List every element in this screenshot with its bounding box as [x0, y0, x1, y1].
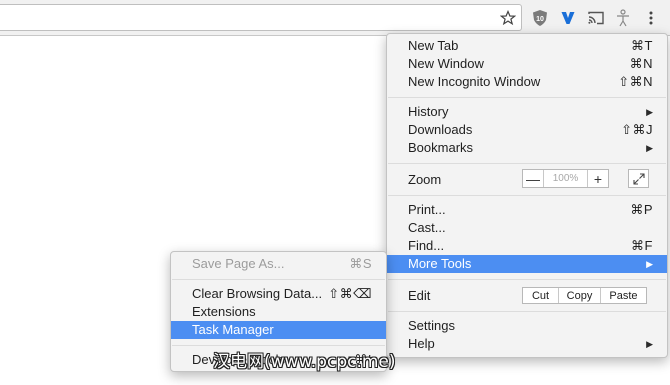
- shortcut-label: ⇧⌘J: [621, 122, 653, 137]
- shortcut-label: ⇧⌘N: [618, 74, 653, 89]
- shortcut-label: ⌘T: [631, 38, 653, 53]
- menu-separator: [388, 195, 666, 196]
- svg-text:10: 10: [536, 16, 544, 23]
- menu-item-help[interactable]: Help ▶: [387, 335, 667, 353]
- menu-item-label: History: [408, 104, 449, 119]
- cast-icon[interactable]: [585, 7, 607, 29]
- accessibility-icon[interactable]: [612, 7, 634, 29]
- menu-item-label: New Window: [408, 56, 484, 71]
- menu-separator: [388, 279, 666, 280]
- zoom-out-button[interactable]: —: [523, 170, 543, 187]
- paste-button[interactable]: Paste: [600, 288, 646, 303]
- shortcut-label: ⇧⌘⌫: [328, 286, 372, 301]
- zoom-level: 100%: [543, 170, 588, 187]
- menu-item-label: Save Page As...: [192, 256, 285, 271]
- submenu-arrow-icon: ▶: [646, 259, 653, 269]
- zoom-in-button[interactable]: +: [588, 170, 608, 187]
- submenu-arrow-icon: ▶: [646, 107, 653, 117]
- menu-item-label: Clear Browsing Data...: [192, 286, 323, 301]
- menu-item-history[interactable]: History ▶: [387, 103, 667, 121]
- menu-separator: [388, 97, 666, 98]
- cut-button[interactable]: Cut: [523, 288, 558, 303]
- browser-toolbar: 10: [0, 0, 670, 36]
- menu-separator: [388, 311, 666, 312]
- fullscreen-icon[interactable]: [628, 169, 649, 188]
- shortcut-label: ⌘N: [629, 56, 653, 71]
- copy-button[interactable]: Copy: [558, 288, 600, 303]
- menu-item-label: Bookmarks: [408, 140, 474, 155]
- menu-item-task-manager[interactable]: Task Manager: [171, 321, 386, 339]
- menu-separator: [172, 345, 385, 346]
- submenu-arrow-icon: ▶: [646, 143, 653, 153]
- menu-item-find[interactable]: Find... ⌘F: [387, 237, 667, 255]
- menu-item-save-page-as[interactable]: Save Page As... ⌘S: [171, 255, 386, 273]
- menu-separator: [388, 163, 666, 164]
- address-bar[interactable]: [0, 4, 522, 31]
- watermark-text: 汉电网(www.pcpc.me): [213, 352, 396, 372]
- menu-item-label: Settings: [408, 318, 455, 333]
- chrome-main-menu: New Tab ⌘T New Window ⌘N New Incognito W…: [386, 33, 668, 358]
- menu-item-clear-browsing-data[interactable]: Clear Browsing Data... ⇧⌘⌫: [171, 285, 386, 303]
- menu-item-settings[interactable]: Settings: [387, 317, 667, 335]
- ublock-icon[interactable]: 10: [529, 7, 551, 29]
- menu-item-new-tab[interactable]: New Tab ⌘T: [387, 37, 667, 55]
- menu-item-label: More Tools: [408, 256, 472, 271]
- submenu-arrow-icon: ▶: [646, 339, 653, 349]
- menu-item-label: Find...: [408, 238, 445, 253]
- star-icon[interactable]: [497, 7, 519, 29]
- shortcut-label: ⌘S: [349, 256, 372, 271]
- menu-separator: [172, 279, 385, 280]
- shortcut-label: ⌘F: [631, 238, 653, 253]
- menu-item-new-window[interactable]: New Window ⌘N: [387, 55, 667, 73]
- menu-item-label: Extensions: [192, 304, 256, 319]
- menu-item-label: Cast...: [408, 220, 446, 235]
- menu-item-print[interactable]: Print... ⌘P: [387, 201, 667, 219]
- menu-item-bookmarks[interactable]: Bookmarks ▶: [387, 139, 667, 157]
- menu-item-new-incognito-window[interactable]: New Incognito Window ⇧⌘N: [387, 73, 667, 91]
- menu-item-label: Downloads: [408, 122, 473, 137]
- menu-item-cast[interactable]: Cast...: [387, 219, 667, 237]
- menu-item-extensions[interactable]: Extensions: [171, 303, 386, 321]
- zoom-control: — 100% +: [522, 169, 609, 188]
- menu-item-label: Help: [408, 336, 435, 351]
- menu-item-label: Print...: [408, 202, 446, 217]
- menu-item-more-tools[interactable]: More Tools ▶: [387, 255, 667, 273]
- menu-dots-icon[interactable]: [640, 7, 662, 29]
- shortcut-label: ⌘P: [630, 202, 653, 217]
- edit-control: Cut Copy Paste: [522, 287, 647, 304]
- menu-item-label: New Incognito Window: [408, 74, 541, 89]
- menu-item-downloads[interactable]: Downloads ⇧⌘J: [387, 121, 667, 139]
- vimium-icon[interactable]: [557, 7, 579, 29]
- menu-item-label: New Tab: [408, 38, 459, 53]
- menu-item-label: Task Manager: [192, 322, 274, 337]
